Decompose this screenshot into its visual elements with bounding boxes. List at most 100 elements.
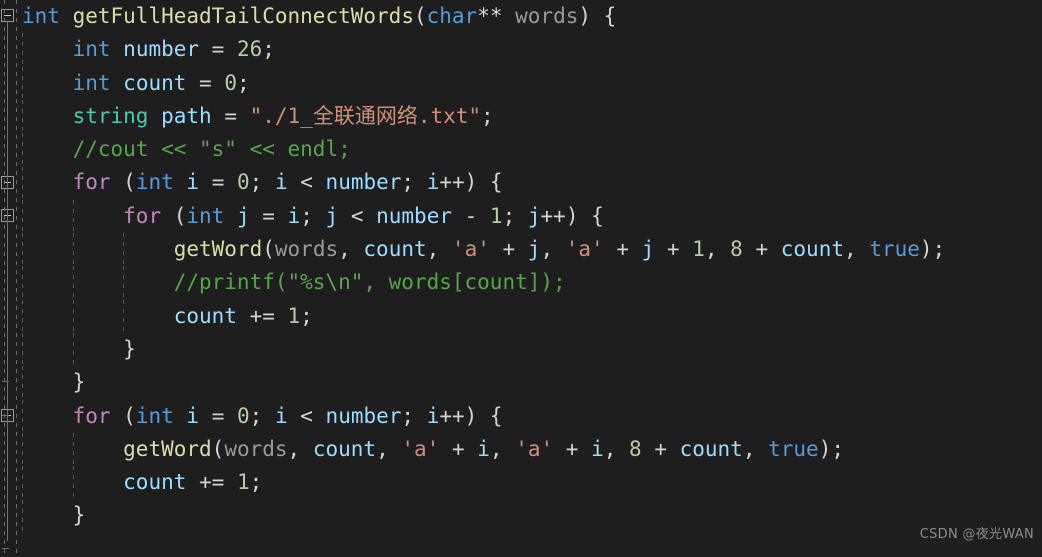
- code-token: ;: [300, 203, 326, 228]
- code-editor[interactable]: int getFullHeadTailConnectWords(char** w…: [0, 0, 1042, 557]
- indent-guide: [72, 199, 74, 234]
- code-token: ;: [249, 403, 275, 428]
- indent-guide: [22, 166, 23, 200]
- code-token: +: [489, 237, 528, 262]
- code-token: -: [451, 203, 490, 228]
- code-token: 0: [237, 170, 250, 195]
- code-token: number: [325, 170, 402, 195]
- code-token: ,: [287, 436, 313, 461]
- code-line[interactable]: int getFullHeadTailConnectWords(char** w…: [22, 0, 1042, 33]
- code-token: <: [287, 403, 326, 428]
- code-token: ,: [704, 237, 731, 262]
- code-token: <: [287, 170, 326, 195]
- code-token: 'a': [515, 436, 554, 461]
- code-line[interactable]: int count = 0;: [22, 67, 1042, 100]
- indent-guide: [22, 133, 23, 167]
- code-token: (: [262, 237, 275, 262]
- code-token: int: [22, 4, 60, 28]
- code-token: words: [515, 4, 579, 28]
- indent-guide: [22, 266, 23, 300]
- code-token: +: [553, 436, 592, 461]
- code-token: );: [919, 237, 946, 262]
- code-token: getWord: [173, 237, 263, 262]
- code-line[interactable]: }: [22, 499, 1042, 532]
- code-token: 0: [224, 70, 237, 95]
- code-token: i: [426, 170, 440, 195]
- code-token: getWord: [123, 436, 212, 461]
- code-token: count: [363, 237, 427, 262]
- code-token: ) {: [578, 4, 617, 28]
- code-token: ,: [376, 436, 402, 461]
- code-token: }: [123, 336, 136, 361]
- code-token: int: [135, 403, 174, 428]
- code-token: char: [426, 4, 478, 28]
- code-token: number: [376, 203, 452, 228]
- code-token: ,: [338, 237, 364, 262]
- code-token: ;: [236, 70, 250, 95]
- code-token: 1: [236, 470, 250, 495]
- code-token: +: [654, 237, 693, 262]
- code-token: (: [161, 203, 187, 228]
- code-token: 8: [629, 436, 642, 461]
- code-token: j: [527, 203, 541, 228]
- code-line[interactable]: int number = 26;: [22, 33, 1042, 66]
- indent-guide: [22, 366, 23, 400]
- indent-guide: [22, 99, 23, 134]
- code-token: int: [72, 37, 111, 62]
- code-line[interactable]: }: [22, 333, 1042, 366]
- code-line[interactable]: for (int i = 0; i < number; i++) {: [22, 166, 1042, 199]
- indent-guide: [72, 432, 74, 467]
- code-token: );: [818, 436, 844, 461]
- code-token: ,: [540, 237, 566, 262]
- code-token: int: [186, 203, 225, 228]
- code-line[interactable]: for (int j = i; j < number - 1; j++) {: [22, 200, 1042, 233]
- indent-guide: [22, 233, 23, 267]
- code-line[interactable]: getWord(words, count, 'a' + j, 'a' + j +…: [22, 233, 1042, 266]
- code-line[interactable]: //printf("%s\n", words[count]);: [22, 266, 1042, 299]
- code-token: 'a': [401, 436, 440, 461]
- code-token: //cout << "s" << endl;: [72, 137, 351, 162]
- code-token: =: [199, 37, 237, 62]
- code-line[interactable]: getWord(words, count, 'a' + i, 'a' + i, …: [22, 433, 1042, 466]
- code-token: ;: [401, 403, 427, 428]
- vertical-ruler-left: [4, 0, 5, 557]
- code-token: ;: [262, 37, 275, 62]
- code-line[interactable]: //cout << "s" << endl;: [22, 133, 1042, 166]
- code-line[interactable]: }: [22, 366, 1042, 399]
- code-line[interactable]: count += 1;: [22, 466, 1042, 499]
- indent-guide: [123, 299, 125, 333]
- code-token: (: [110, 170, 136, 195]
- code-token: for: [72, 403, 111, 428]
- code-token: ,: [742, 436, 769, 461]
- code-token: count: [312, 436, 377, 461]
- code-content[interactable]: int getFullHeadTailConnectWords(char** w…: [22, 0, 1042, 533]
- fold-stem: [7, 221, 8, 375]
- code-line[interactable]: count += 1;: [22, 300, 1042, 333]
- code-token: ;: [502, 203, 528, 228]
- code-token: count: [123, 70, 187, 95]
- code-token: ++) {: [540, 203, 604, 228]
- code-token: i: [274, 403, 288, 428]
- indent-guide: [123, 266, 125, 300]
- code-token: ,: [603, 436, 630, 461]
- editor-fold-gutter[interactable]: [0, 0, 20, 557]
- code-token: =: [186, 70, 225, 95]
- code-line[interactable]: for (int i = 0; i < number; i++) {: [22, 400, 1042, 433]
- fold-function-icon[interactable]: [1, 9, 14, 22]
- code-token: true: [768, 436, 819, 461]
- code-token: i: [186, 403, 200, 428]
- code-token: 'a': [565, 237, 604, 262]
- code-token: ;: [249, 170, 275, 195]
- indent-guide: [22, 33, 23, 67]
- code-token: +=: [186, 470, 237, 495]
- code-token: ;: [249, 470, 263, 495]
- code-token: i: [287, 203, 301, 228]
- code-line[interactable]: string path = "./1_全联通网络.txt";: [22, 100, 1042, 133]
